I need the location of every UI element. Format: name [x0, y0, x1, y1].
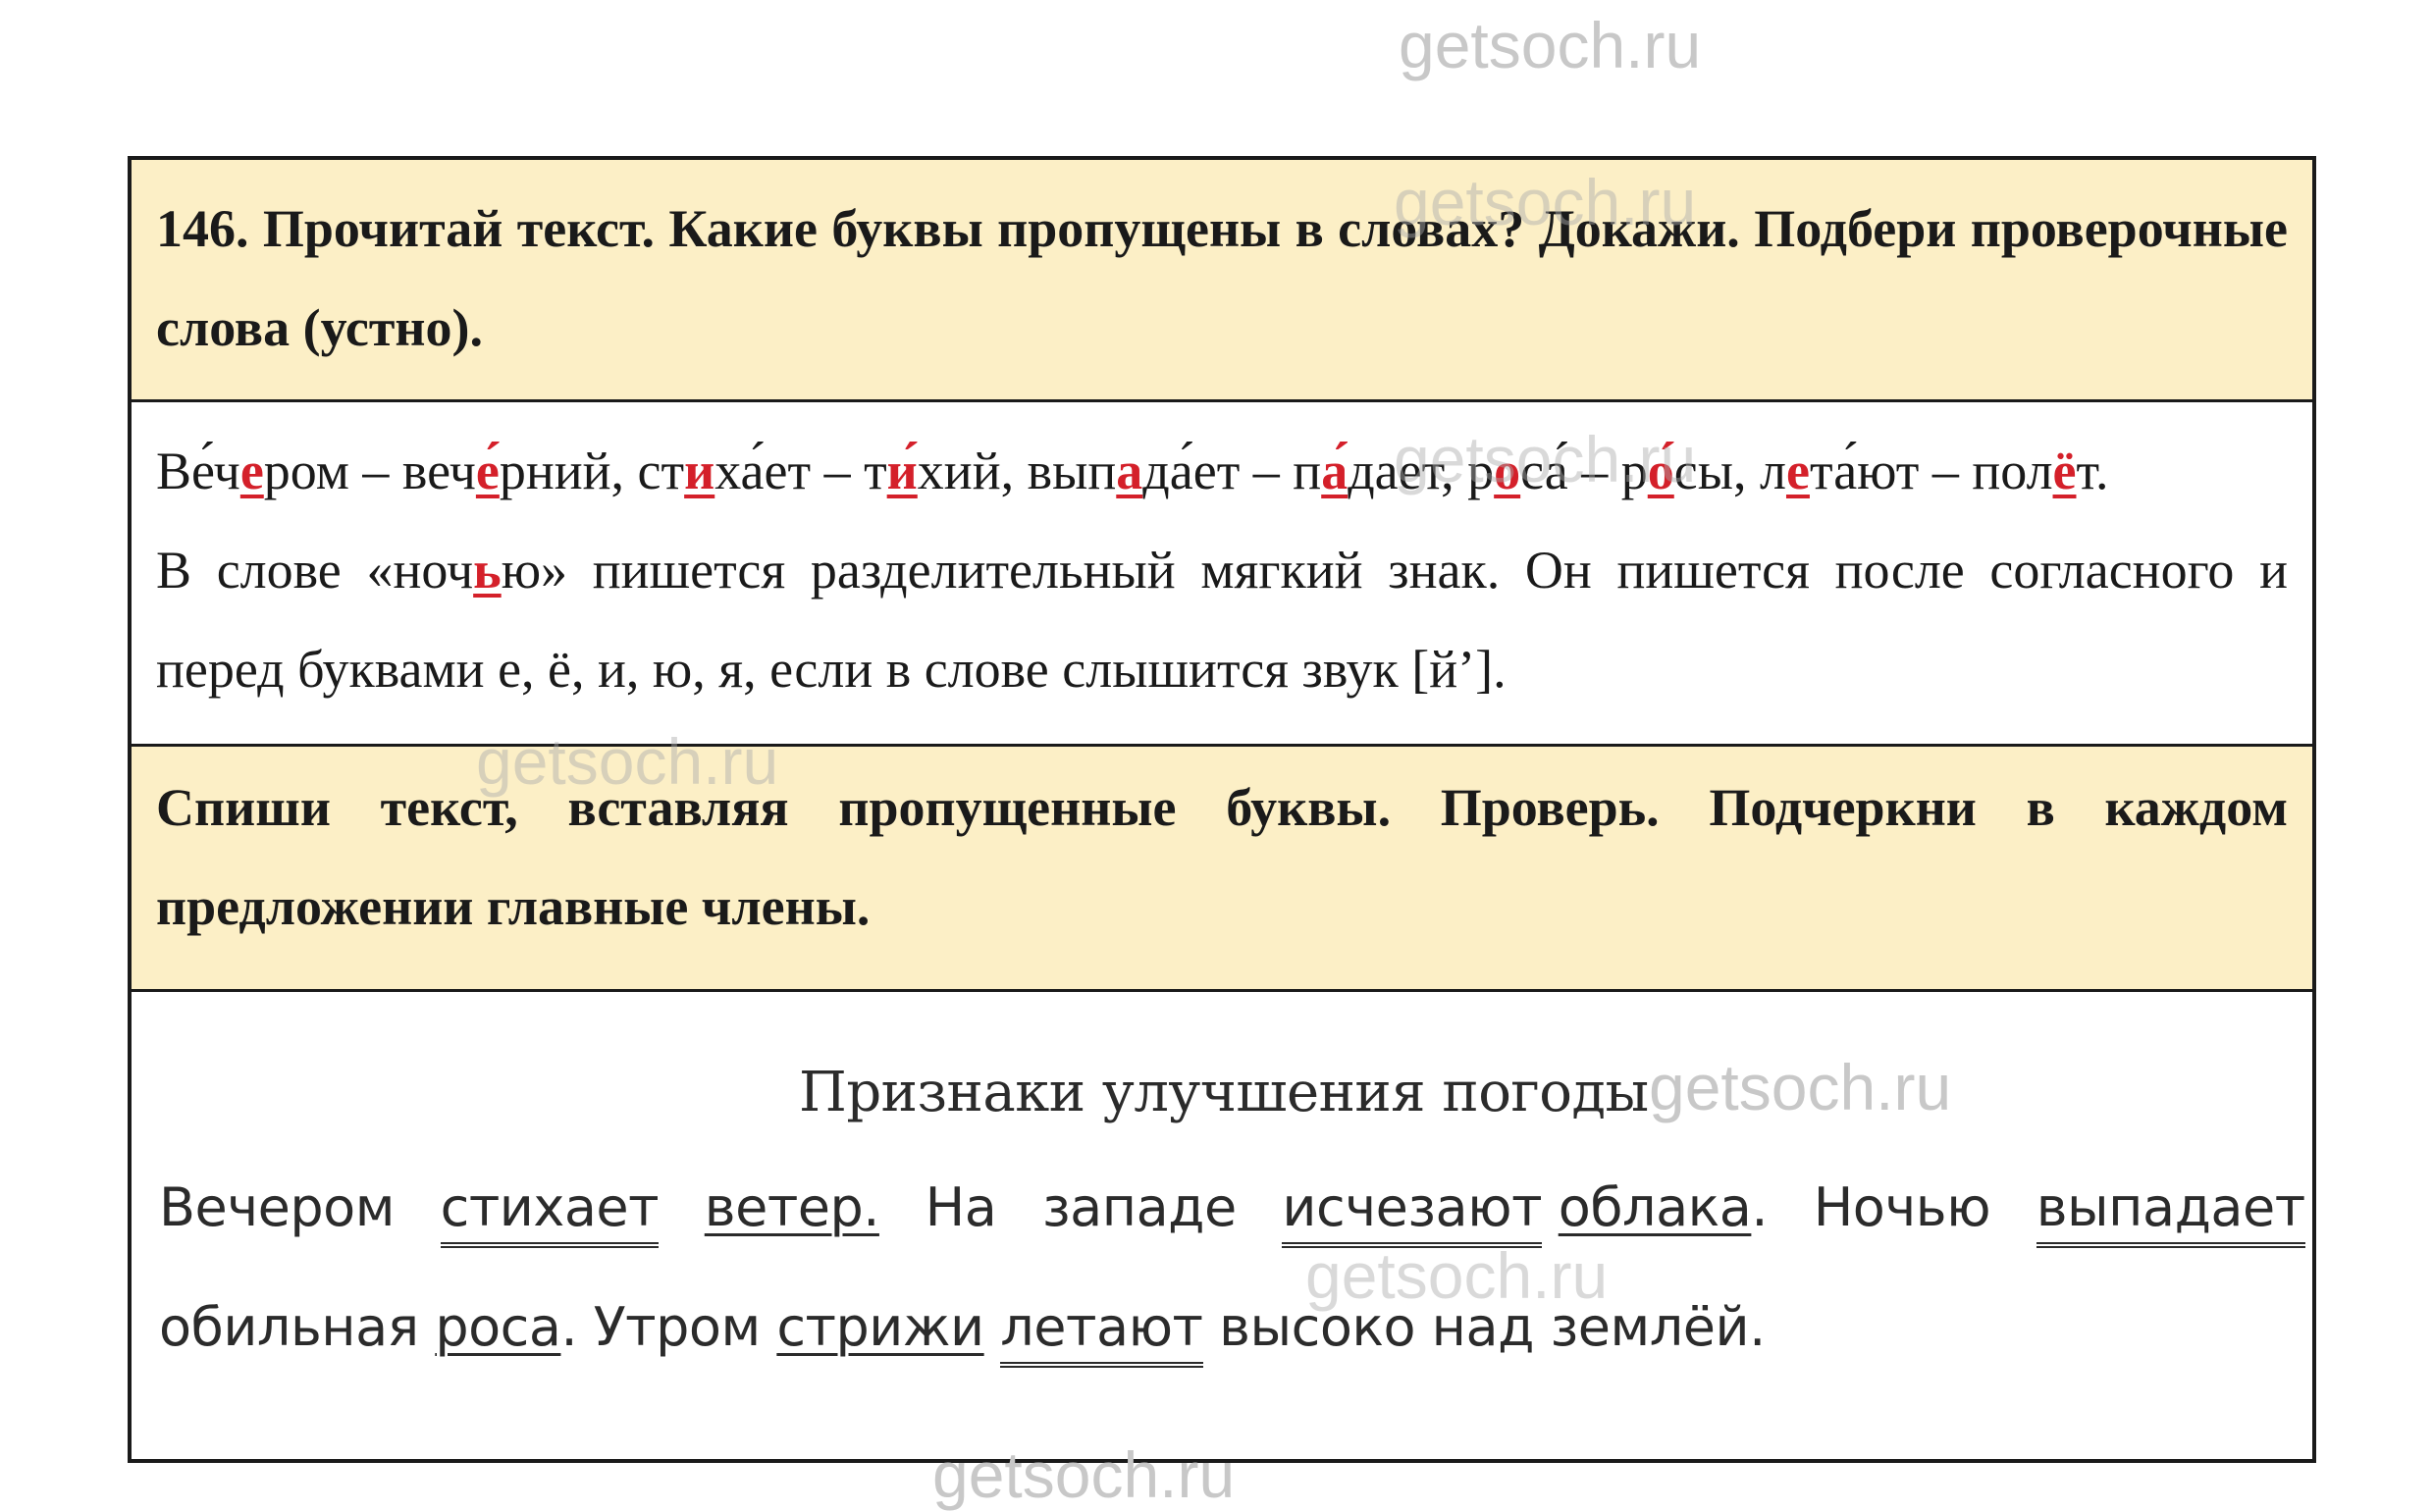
predicate: исчезают [1282, 1176, 1543, 1248]
task-text: Прочитай текст. Какие буквы пропущены в … [156, 199, 2288, 357]
soft-sign-pre: В слове «ноч [156, 541, 474, 600]
subject: облака [1558, 1176, 1752, 1238]
missing-letter: а [1116, 442, 1143, 500]
missing-letter: о [1494, 442, 1521, 500]
missing-letter: е [239, 442, 264, 500]
answer1-row: Ве́чером – вече́рний, стиха́ет – ти́хий,… [132, 402, 2312, 747]
pair-text: хий, вып [917, 442, 1117, 500]
predicate: выпадает [2036, 1176, 2305, 1248]
task-prompt: 146. Прочитай текст. Какие буквы пропуще… [156, 180, 2288, 378]
answer2-line-1: Вечером стихает ветер. На западе исчезаю… [159, 1176, 2305, 1248]
pair-text: ром – веч [263, 442, 476, 500]
pair-text: дает, р [1348, 442, 1495, 500]
check-word-pairs: Ве́чером – вече́рний, стиха́ет – ти́хий,… [156, 442, 2109, 500]
word: На западе [925, 1176, 1238, 1238]
answer2-title: Признаки улучшения погоды [799, 1061, 1649, 1124]
pair-text: та́ют – пол [1809, 442, 2053, 500]
answer1-text: Ве́чером – вече́рний, стиха́ет – ти́хий,… [156, 422, 2288, 719]
subject: стрижи [776, 1296, 984, 1358]
word: Вечером [159, 1176, 395, 1238]
predicate: летают [1000, 1296, 1203, 1368]
pair-text: т. [2076, 442, 2109, 500]
missing-letter: и [684, 442, 715, 500]
pair-text: са́ – р [1520, 442, 1648, 500]
task-number: 146. [156, 199, 249, 258]
watermark-top: getsoch.ru [1399, 9, 1702, 81]
missing-letter: е [1785, 442, 1810, 500]
missing-letter: о́ [1647, 442, 1674, 500]
word: . Утром [560, 1296, 761, 1358]
missing-letter: и́ [886, 442, 918, 500]
pair-text: ха́ет – т [714, 442, 887, 500]
word: обильная [159, 1296, 419, 1358]
missing-letter: ё [2052, 442, 2077, 500]
answer2-line-2: обильная роса. Утром стрижи летают высок… [159, 1296, 2285, 1368]
subject: роса [435, 1296, 561, 1358]
pair-text: Ве́ч [156, 442, 240, 500]
pair-text: рний, ст [499, 442, 685, 500]
word: высоко над землёй. [1219, 1296, 1766, 1358]
task-row: 146. Прочитай текст. Какие буквы пропуще… [132, 160, 2312, 402]
missing-letter: а́ [1321, 442, 1349, 500]
missing-letter: е́ [475, 442, 500, 500]
word: . Ночью [1751, 1176, 1991, 1238]
predicate: стихает [440, 1176, 660, 1248]
pair-text: да́ет – п [1142, 442, 1322, 500]
task2-prompt: Спиши текст, вставляя пропущенные буквы.… [156, 778, 2288, 936]
task2-row: Спиши текст, вставляя пропущенные буквы.… [132, 747, 2312, 992]
answer2-row: Признаки улучшения погоды Вечером стихае… [132, 992, 2312, 1463]
exercise-table: 146. Прочитай текст. Какие буквы пропуще… [128, 156, 2316, 1463]
pair-text: сы, л [1673, 442, 1786, 500]
subject: ветер. [704, 1176, 880, 1238]
soft-sign-mark: ь [473, 541, 502, 600]
